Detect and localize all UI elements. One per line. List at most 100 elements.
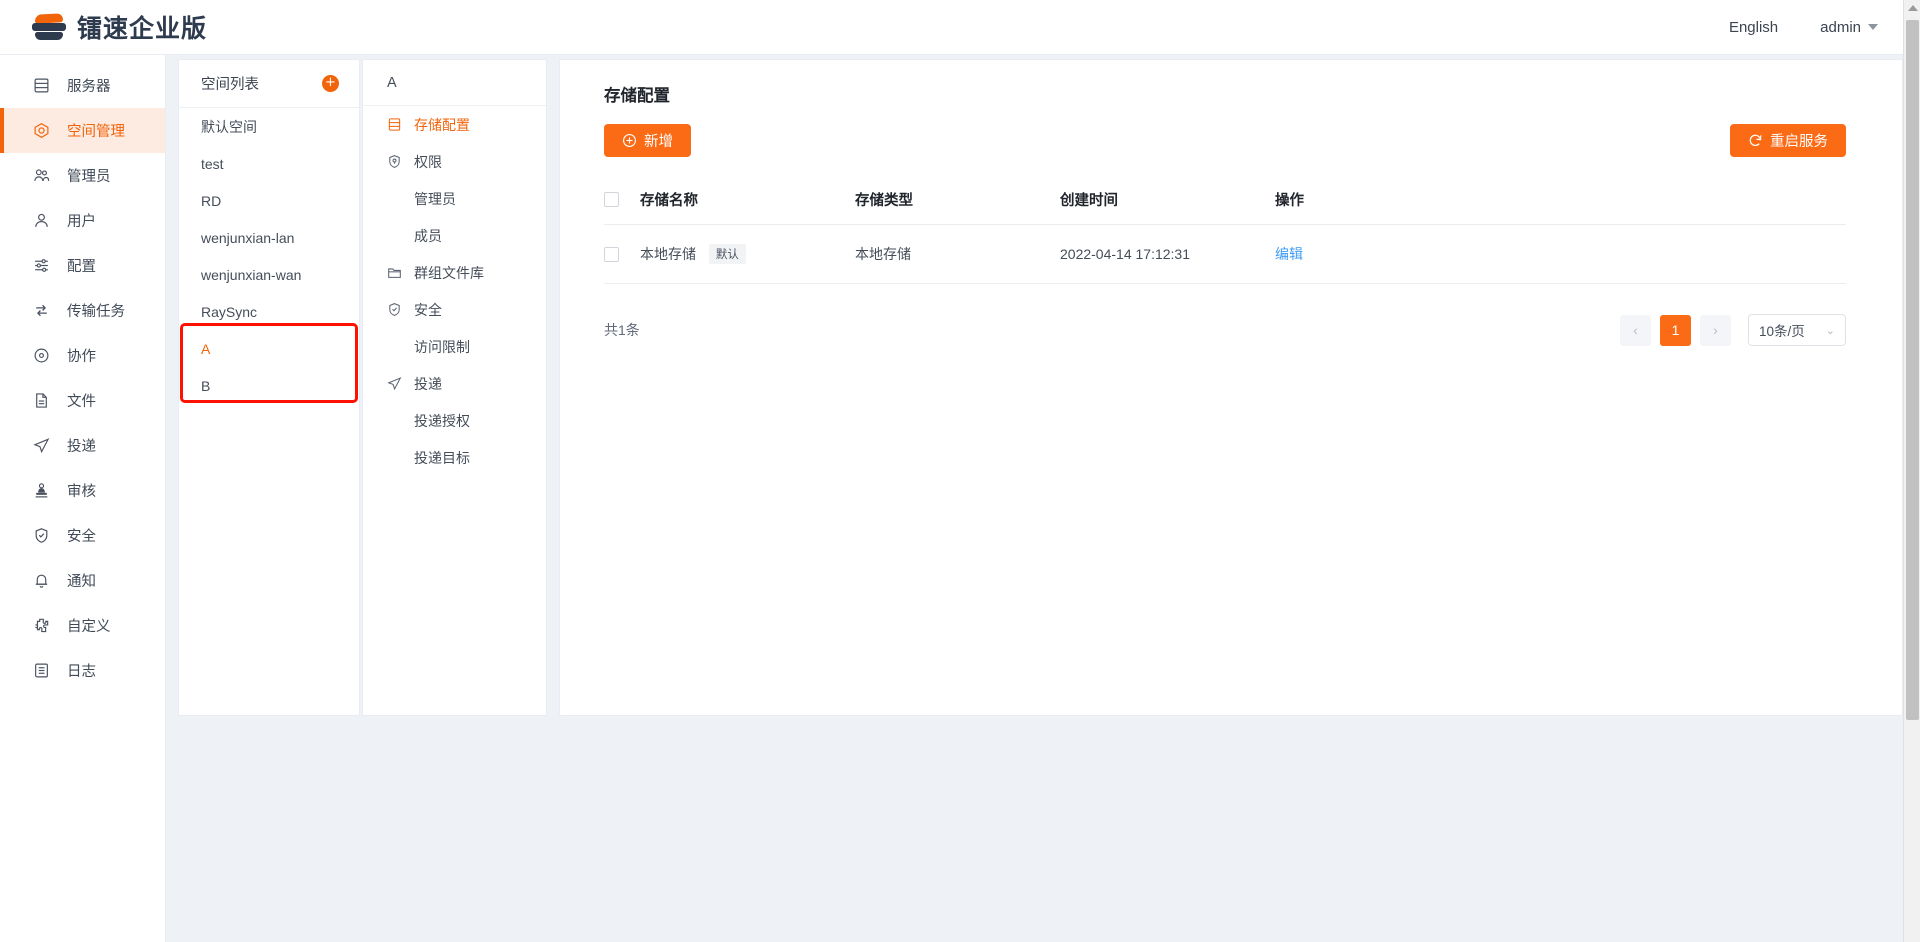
row-checkbox[interactable] bbox=[604, 247, 619, 262]
submenu-label: 访问限制 bbox=[414, 337, 470, 357]
submenu-item-security[interactable]: 安全 bbox=[363, 291, 546, 328]
add-storage-button[interactable]: 新增 bbox=[604, 124, 691, 157]
language-switcher[interactable]: English bbox=[1729, 19, 1778, 36]
page-size-select[interactable]: 10条/页 ⌄ bbox=[1748, 314, 1846, 346]
send-icon bbox=[33, 437, 50, 454]
next-page-button[interactable]: › bbox=[1700, 315, 1731, 346]
sidebar-label: 通知 bbox=[67, 570, 96, 591]
select-all-checkbox[interactable] bbox=[604, 192, 619, 207]
select-all-cell bbox=[604, 179, 640, 225]
space-item-a[interactable]: A bbox=[179, 330, 359, 367]
sidebar-item-logs[interactable]: 日志 bbox=[0, 648, 165, 693]
page-title: 存储配置 bbox=[560, 60, 1902, 106]
sidebar-label: 服务器 bbox=[67, 75, 111, 96]
sidebar-item-notification[interactable]: 通知 bbox=[0, 558, 165, 603]
submenu-item-access-restriction[interactable]: 访问限制 bbox=[363, 328, 546, 365]
sidebar-item-server[interactable]: 服务器 bbox=[0, 63, 165, 108]
settings-sliders-icon bbox=[33, 257, 50, 274]
sidebar-label: 用户 bbox=[67, 210, 96, 231]
submenu-title: A bbox=[387, 75, 397, 91]
submenu-label: 存储配置 bbox=[414, 115, 470, 135]
sidebar-item-delivery[interactable]: 投递 bbox=[0, 423, 165, 468]
send-icon bbox=[387, 376, 402, 391]
space-item-default[interactable]: 默认空间 bbox=[179, 108, 359, 145]
submenu-label: 群组文件库 bbox=[414, 263, 484, 283]
sidebar-item-customize[interactable]: 自定义 bbox=[0, 603, 165, 648]
sidebar-item-admins[interactable]: 管理员 bbox=[0, 153, 165, 198]
user-menu[interactable]: admin bbox=[1820, 19, 1878, 36]
space-item-rd[interactable]: RD bbox=[179, 182, 359, 219]
scrollbar-thumb[interactable] bbox=[1906, 20, 1919, 720]
bell-icon bbox=[33, 572, 50, 589]
sidebar-item-files[interactable]: 文件 bbox=[0, 378, 165, 423]
space-item-test[interactable]: test bbox=[179, 145, 359, 182]
submenu-item-delivery-authorization[interactable]: 投递授权 bbox=[363, 402, 546, 439]
sidebar-label: 安全 bbox=[67, 525, 96, 546]
submenu-item-admins[interactable]: 管理员 bbox=[363, 180, 546, 217]
user-name: admin bbox=[1820, 19, 1861, 36]
sidebar-item-transfer-tasks[interactable]: 传输任务 bbox=[0, 288, 165, 333]
page-size-label: 10条/页 bbox=[1759, 320, 1805, 340]
sidebar-label: 空间管理 bbox=[67, 120, 125, 141]
submenu-item-permission[interactable]: 权限 bbox=[363, 143, 546, 180]
shield-icon bbox=[33, 527, 50, 544]
storage-table: 存储名称 存储类型 创建时间 操作 本地存储 默认 本地存储 2022-04-1… bbox=[604, 179, 1846, 284]
puzzle-icon bbox=[33, 617, 50, 634]
add-space-button[interactable]: + bbox=[322, 75, 339, 92]
space-item-label: test bbox=[201, 156, 224, 172]
pagination-controls: ‹ 1 › 10条/页 ⌄ bbox=[1620, 314, 1846, 346]
space-item-raysync[interactable]: RaySync bbox=[179, 293, 359, 330]
space-list-title: 空间列表 bbox=[201, 73, 259, 94]
chevron-down-icon: ⌄ bbox=[1826, 324, 1835, 337]
sidebar-label: 文件 bbox=[67, 390, 96, 411]
space-item-wenjunxian-lan[interactable]: wenjunxian-lan bbox=[179, 219, 359, 256]
space-icon bbox=[33, 122, 50, 139]
submenu-label: 成员 bbox=[414, 226, 442, 246]
scroll-up-arrow-icon[interactable] bbox=[1908, 5, 1918, 11]
admins-icon bbox=[33, 167, 50, 184]
logo-text: 镭速企业版 bbox=[77, 9, 207, 45]
shield-icon bbox=[387, 302, 402, 317]
space-item-label: 默认空间 bbox=[201, 117, 257, 137]
sidebar-item-security[interactable]: 安全 bbox=[0, 513, 165, 558]
page-number-1[interactable]: 1 bbox=[1660, 315, 1691, 346]
submenu-item-group-library[interactable]: 群组文件库 bbox=[363, 254, 546, 291]
sidebar-item-audit[interactable]: 审核 bbox=[0, 468, 165, 513]
main-content: 存储配置 新增 重启服务 存储名称 存储类型 创建时间 操作 bbox=[559, 59, 1903, 716]
space-item-wenjunxian-wan[interactable]: wenjunxian-wan bbox=[179, 256, 359, 293]
restart-service-button[interactable]: 重启服务 bbox=[1730, 124, 1846, 157]
submenu-label: 管理员 bbox=[414, 189, 456, 209]
edit-link[interactable]: 编辑 bbox=[1275, 246, 1303, 262]
default-badge: 默认 bbox=[709, 244, 746, 264]
column-header-name: 存储名称 bbox=[640, 179, 855, 225]
page-scrollbar[interactable] bbox=[1903, 0, 1920, 942]
sidebar-item-user[interactable]: 用户 bbox=[0, 198, 165, 243]
plus-circle-icon bbox=[622, 133, 637, 148]
submenu-item-delivery[interactable]: 投递 bbox=[363, 365, 546, 402]
content-toolbar: 新增 重启服务 bbox=[560, 106, 1902, 157]
sidebar-label: 管理员 bbox=[67, 165, 111, 186]
space-item-b[interactable]: B bbox=[179, 367, 359, 404]
space-item-label: wenjunxian-wan bbox=[201, 267, 301, 283]
permission-shield-icon bbox=[387, 154, 402, 169]
space-item-label: wenjunxian-lan bbox=[201, 230, 294, 246]
submenu-item-storage-config[interactable]: 存储配置 bbox=[363, 106, 546, 143]
total-count-text: 共1条 bbox=[604, 320, 640, 340]
sidebar-label: 传输任务 bbox=[67, 300, 125, 321]
space-item-label: RD bbox=[201, 193, 221, 209]
sidebar-label: 投递 bbox=[67, 435, 96, 456]
file-icon bbox=[33, 392, 50, 409]
sidebar-item-collaborate[interactable]: 协作 bbox=[0, 333, 165, 378]
cell-storage-type: 本地存储 bbox=[855, 225, 1060, 284]
top-bar: 镭速企业版 English admin bbox=[0, 0, 1920, 55]
sidebar-item-settings[interactable]: 配置 bbox=[0, 243, 165, 288]
submenu-item-members[interactable]: 成员 bbox=[363, 217, 546, 254]
column-header-created: 创建时间 bbox=[1060, 179, 1275, 225]
app-logo[interactable]: 镭速企业版 bbox=[0, 9, 207, 45]
submenu-label: 投递授权 bbox=[414, 411, 470, 431]
sidebar-item-space-management[interactable]: 空间管理 bbox=[0, 108, 165, 153]
prev-page-button[interactable]: ‹ bbox=[1620, 315, 1651, 346]
submenu-item-delivery-target[interactable]: 投递目标 bbox=[363, 439, 546, 476]
main-sidebar: 服务器 空间管理 管理员 用户 配置 传输任务 bbox=[0, 55, 166, 942]
submenu-label: 投递目标 bbox=[414, 448, 470, 468]
